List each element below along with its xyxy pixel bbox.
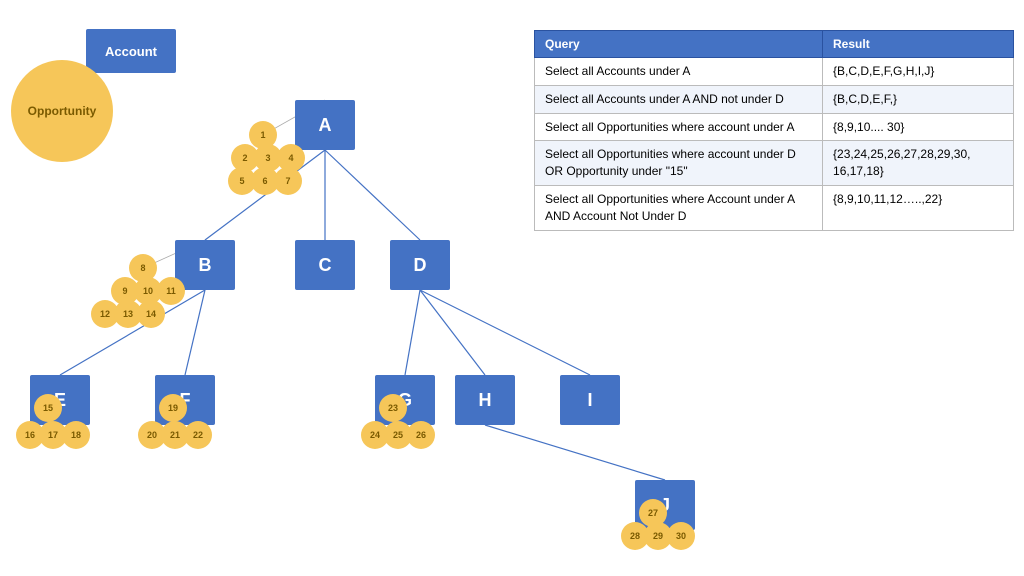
legend-opportunity: Opportunity <box>11 60 113 162</box>
result-cell: {8,9,10.... 30} <box>823 113 1014 141</box>
opportunity-node-7: 7 <box>274 167 302 195</box>
opportunity-node-26: 26 <box>407 421 435 449</box>
opportunity-node-23: 23 <box>379 394 407 422</box>
account-node-b: B <box>175 240 235 290</box>
opportunity-node-22: 22 <box>184 421 212 449</box>
opportunity-node-11: 11 <box>157 277 185 305</box>
result-cell: {B,C,D,E,F,G,H,I,J} <box>823 58 1014 86</box>
table-row: Select all Accounts under A AND not unde… <box>535 85 1014 113</box>
account-node-d: D <box>390 240 450 290</box>
query-cell: Select all Opportunities where Account u… <box>535 185 823 230</box>
opportunity-node-30: 30 <box>667 522 695 550</box>
table-row: Select all Opportunities where account u… <box>535 113 1014 141</box>
opportunity-node-18: 18 <box>62 421 90 449</box>
col-result: Result <box>823 31 1014 58</box>
table-row: Select all Opportunities where account u… <box>535 141 1014 186</box>
query-cell: Select all Accounts under A AND not unde… <box>535 85 823 113</box>
table-row: Select all Opportunities where Account u… <box>535 185 1014 230</box>
result-cell: {23,24,25,26,27,28,29,30, 16,17,18} <box>823 141 1014 186</box>
result-cell: {8,9,10,11,12…..,22} <box>823 185 1014 230</box>
opportunity-node-15: 15 <box>34 394 62 422</box>
query-cell: Select all Accounts under A <box>535 58 823 86</box>
opportunity-node-19: 19 <box>159 394 187 422</box>
account-node-i: I <box>560 375 620 425</box>
legend-account: Account <box>86 29 176 73</box>
account-node-a: A <box>295 100 355 150</box>
col-query: Query <box>535 31 823 58</box>
query-table: Query Result Select all Accounts under A… <box>534 30 1014 231</box>
query-cell: Select all Opportunities where account u… <box>535 141 823 186</box>
opportunity-node-14: 14 <box>137 300 165 328</box>
result-cell: {B,C,D,E,F,} <box>823 85 1014 113</box>
table-row: Select all Accounts under A{B,C,D,E,F,G,… <box>535 58 1014 86</box>
account-node-h: H <box>455 375 515 425</box>
diagram-area: Account Opportunity Query <box>0 0 1024 576</box>
account-node-c: C <box>295 240 355 290</box>
query-cell: Select all Opportunities where account u… <box>535 113 823 141</box>
